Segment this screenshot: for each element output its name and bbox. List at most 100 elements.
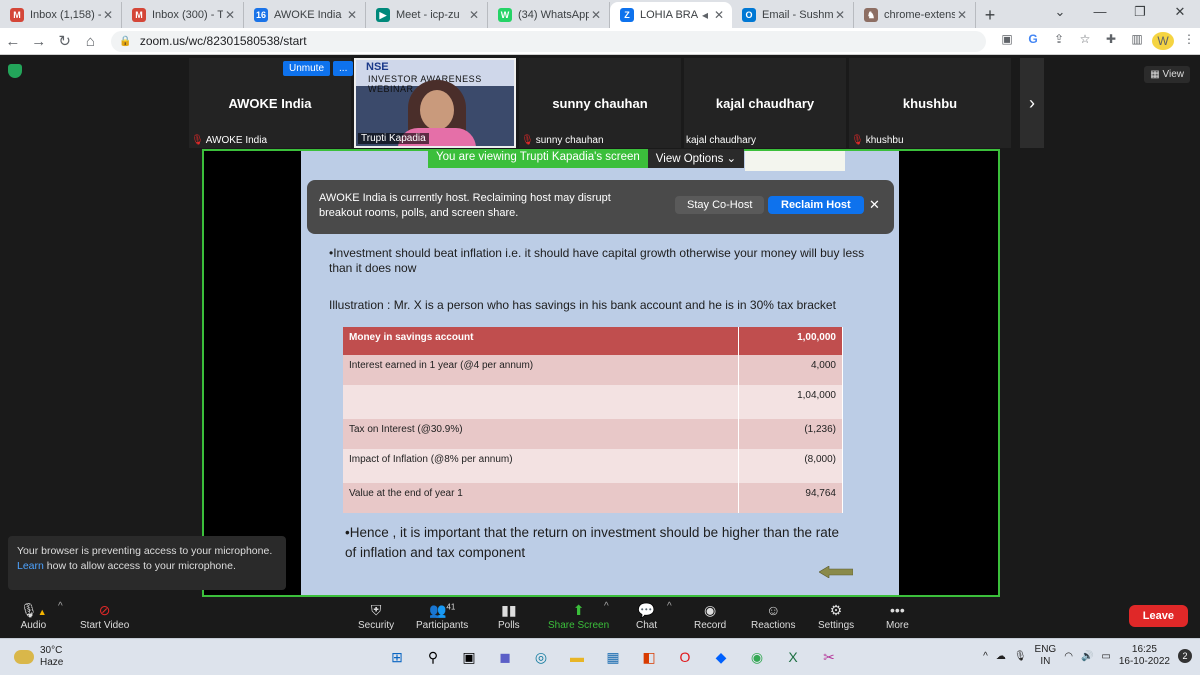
unmute-button[interactable]: Unmute	[283, 61, 331, 76]
security-button[interactable]: ⛨ Security	[358, 602, 394, 631]
table-row: Impact of Inflation (@8% per annum) (8,0…	[343, 449, 844, 483]
menu-icon[interactable]: ⋮	[1178, 32, 1200, 50]
reclaim-host-button[interactable]: Reclaim Host	[768, 196, 864, 214]
browser-tab[interactable]: ♞ chrome-extension✕	[854, 2, 976, 28]
close-window-button[interactable]: ✕	[1160, 0, 1200, 26]
leave-button[interactable]: Leave	[1128, 605, 1188, 627]
teams-chat-icon[interactable]: ◼	[492, 645, 518, 669]
tab-favicon-icon: M	[132, 8, 146, 22]
excel-icon[interactable]: X	[780, 645, 806, 669]
tab-audio-icon[interactable]: ◂	[698, 8, 712, 22]
restore-button[interactable]: ❐	[1120, 0, 1160, 26]
office-icon[interactable]: ◧	[636, 645, 662, 669]
start-video-button[interactable]: ⊘ Start Video	[80, 602, 129, 631]
toolbar-label: Share Screen	[548, 620, 610, 631]
tab-close-icon[interactable]: ✕	[467, 8, 481, 22]
bookmark-star-icon[interactable]: ☆	[1074, 32, 1096, 50]
profile-avatar[interactable]: W	[1152, 32, 1175, 50]
participant-count: 41	[446, 602, 456, 612]
reload-icon[interactable]: ↻	[52, 32, 78, 50]
tab-close-icon[interactable]: ✕	[712, 8, 726, 22]
mic-icon[interactable]: 🎙	[1014, 651, 1027, 662]
tab-favicon-icon: M	[10, 8, 24, 22]
weather-widget[interactable]: 30°C Haze	[14, 645, 63, 669]
edge-icon[interactable]: ◎	[528, 645, 554, 669]
polls-button[interactable]: ▮▮ Polls	[498, 602, 520, 631]
stay-cohost-button[interactable]: Stay Co-Host	[675, 196, 765, 214]
browser-tab[interactable]: 16 AWOKE India - Co✕	[244, 2, 366, 28]
participant-video-tile[interactable]: NSE INVESTOR AWARENESS WEBINAR Trupti Ka…	[354, 58, 516, 148]
chat-button[interactable]: 💬 Chat	[636, 602, 657, 631]
browser-tab[interactable]: ▶ Meet - icp-zu ✕	[366, 2, 488, 28]
browser-tab[interactable]: W (34) WhatsApp ✕	[488, 2, 610, 28]
notification-badge[interactable]: 2	[1178, 649, 1192, 663]
tab-close-icon[interactable]: ✕	[833, 8, 847, 22]
browser-tab[interactable]: O Email - Sushmita✕	[732, 2, 854, 28]
tab-close-icon[interactable]: ✕	[589, 8, 603, 22]
participant-tile[interactable]: kajal chaudhary kajal chaudhary	[684, 58, 846, 148]
task-view-icon[interactable]: ▣	[456, 645, 482, 669]
browser-tab[interactable]: M Inbox (300) - Trai✕	[122, 2, 244, 28]
browser-tab[interactable]: Z LOHIA BRASS◂✕	[610, 2, 732, 28]
file-explorer-icon[interactable]: ▬	[564, 645, 590, 669]
clock[interactable]: 16:25 16-10-2022	[1119, 644, 1170, 668]
store-icon[interactable]: ▦	[600, 645, 626, 669]
url-field[interactable]: 🔒 zoom.us/wc/82301580538/start	[111, 30, 987, 52]
participant-tile[interactable]: sunny chauhan 🎙 sunny chauhan	[519, 58, 681, 148]
record-button[interactable]: ◉ Record	[694, 602, 726, 631]
encryption-shield-icon[interactable]	[8, 64, 22, 78]
minimize-button[interactable]: —	[1080, 0, 1120, 26]
participant-tile[interactable]: khushbu 🎙 khushbu	[849, 58, 1011, 148]
view-button[interactable]: ▦ View	[1144, 66, 1190, 83]
chevron-right-icon[interactable]: ›	[1020, 58, 1044, 148]
share-caret-icon[interactable]: ^	[604, 601, 609, 612]
lock-icon[interactable]: 🔒	[119, 36, 131, 47]
chrome-icon[interactable]: ◉	[744, 645, 770, 669]
language-indicator[interactable]: ENG IN	[1035, 644, 1057, 668]
settings-button[interactable]: ⚙ Settings	[818, 602, 854, 631]
audio-caret-icon[interactable]: ^	[58, 601, 63, 612]
tab-close-icon[interactable]: ✕	[101, 8, 115, 22]
tile-more-button[interactable]: ...	[333, 61, 354, 76]
back-icon[interactable]: ←	[0, 33, 26, 50]
windows-start-icon[interactable]: ⊞	[384, 645, 410, 669]
tab-search-icon[interactable]: ⌄	[1040, 0, 1080, 26]
onedrive-icon[interactable]: ☁	[996, 651, 1006, 662]
region-code: IN	[1040, 656, 1051, 667]
tab-close-icon[interactable]: ✕	[223, 8, 237, 22]
tab-title: LOHIA BRASS	[640, 9, 698, 21]
google-icon[interactable]: G	[1022, 32, 1044, 50]
view-options-button[interactable]: View Options ⌄	[647, 149, 745, 168]
table-cell: 4,000	[738, 355, 844, 385]
forward-icon[interactable]: →	[26, 33, 52, 50]
participants-button[interactable]: 👥41 Participants	[416, 602, 468, 631]
chat-caret-icon[interactable]: ^	[667, 601, 672, 612]
participant-label: Trupti Kapadia	[361, 133, 426, 144]
extensions-icon[interactable]: ✚	[1100, 32, 1122, 50]
tab-title: AWOKE India - Co	[274, 9, 345, 21]
home-icon[interactable]: ⌂	[78, 33, 104, 50]
search-icon[interactable]: ⚲	[420, 645, 446, 669]
share-icon[interactable]: ⇪	[1048, 32, 1070, 50]
volume-icon[interactable]: 🔊	[1081, 651, 1093, 662]
share-screen-button[interactable]: ⬆ Share Screen	[548, 602, 609, 631]
reactions-button[interactable]: ☺ Reactions	[751, 602, 795, 631]
snipping-tool-icon[interactable]: ✂	[816, 645, 842, 669]
sidepanel-icon[interactable]: ▥	[1126, 32, 1148, 50]
new-tab-button[interactable]: +	[976, 2, 1004, 28]
battery-icon[interactable]: ▭	[1101, 651, 1110, 662]
audio-button[interactable]: 🎙▲ Audio	[20, 602, 47, 631]
wifi-icon[interactable]: ◠	[1064, 651, 1073, 662]
learn-link[interactable]: Learn	[17, 560, 44, 572]
opera-icon[interactable]: O	[672, 645, 698, 669]
close-icon[interactable]: ✕	[869, 197, 880, 213]
more-button[interactable]: ••• More	[886, 602, 909, 631]
cast-icon[interactable]: ▣	[996, 32, 1018, 50]
browser-tab[interactable]: M Inbox (1,158) - in✕	[0, 2, 122, 28]
chevron-up-icon[interactable]: ^	[983, 651, 988, 662]
more-icon: •••	[890, 602, 905, 618]
tab-close-icon[interactable]: ✕	[955, 8, 969, 22]
table-cell: Money in savings account	[343, 327, 739, 355]
tab-close-icon[interactable]: ✕	[345, 8, 359, 22]
dropbox-icon[interactable]: ◆	[708, 645, 734, 669]
